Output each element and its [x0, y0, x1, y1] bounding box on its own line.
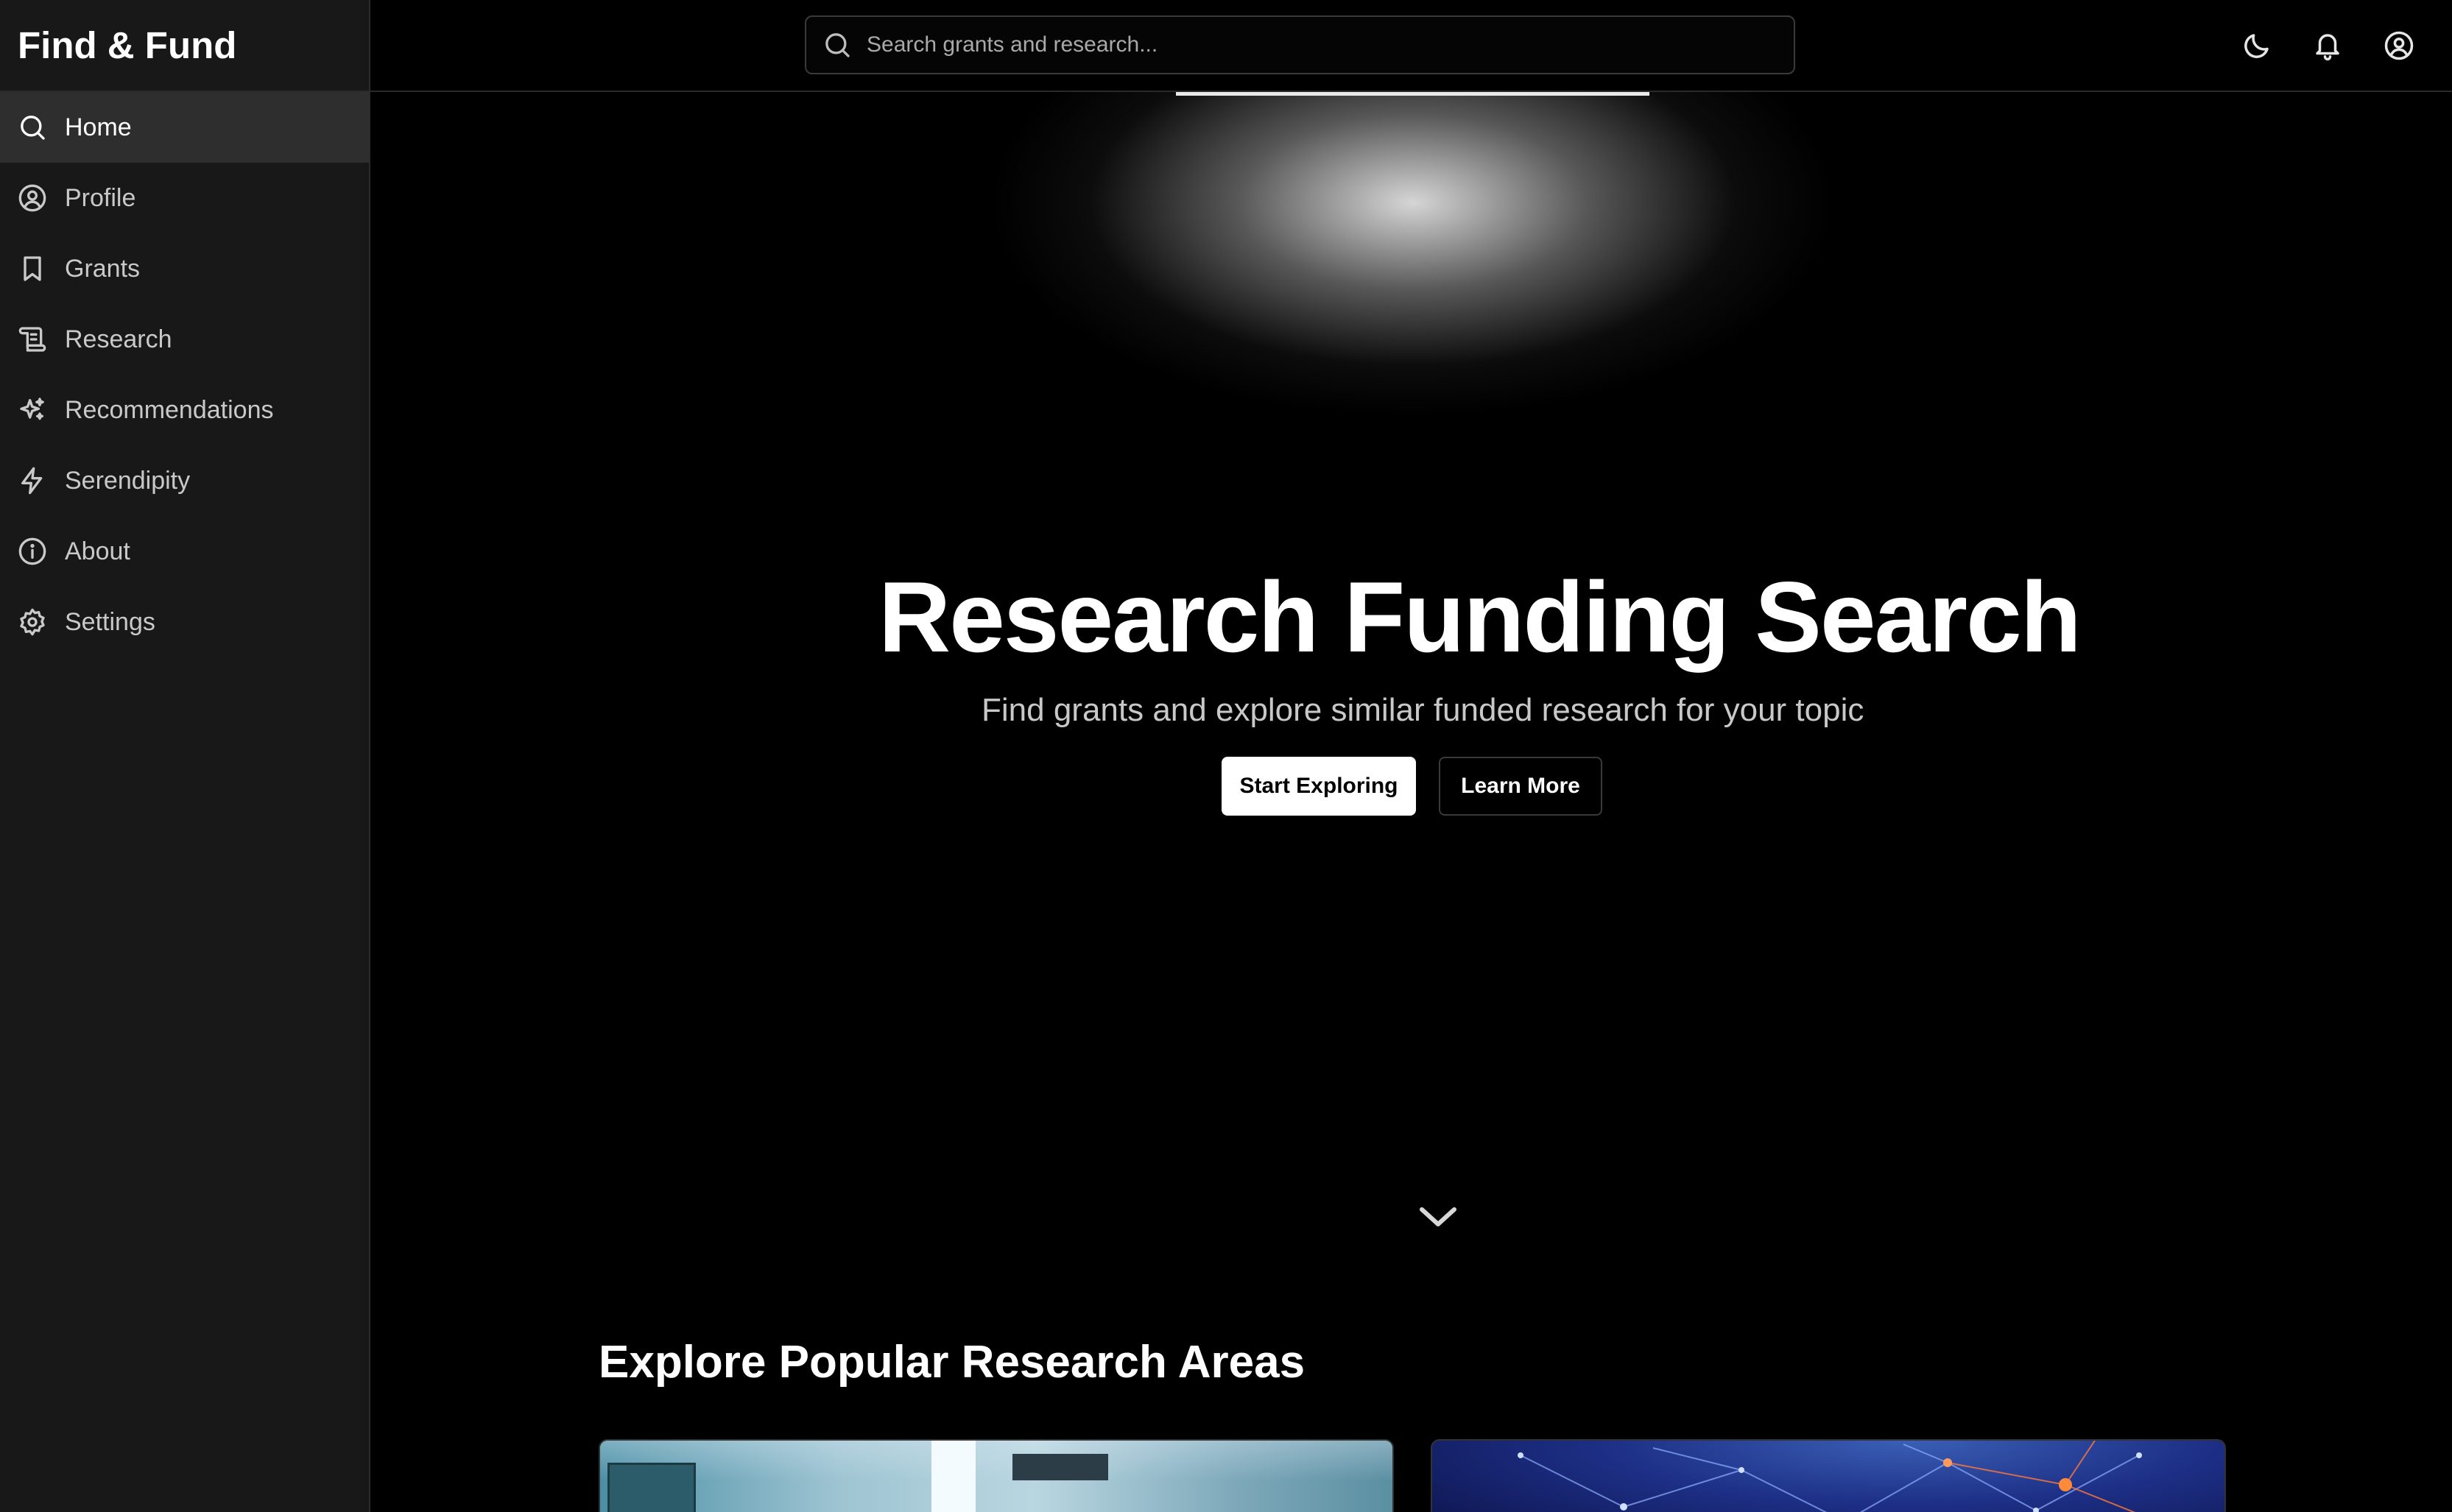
search-icon: [825, 33, 850, 57]
hero-title: Research Funding Search: [878, 561, 2082, 673]
search-input[interactable]: [867, 32, 1794, 57]
info-icon: [18, 537, 46, 565]
moon-icon: [2244, 34, 2269, 58]
sidebar-item-home[interactable]: Home: [0, 92, 369, 163]
research-area-card[interactable]: [1431, 1439, 2226, 1512]
main-content: Research Funding Search Find grants and …: [370, 92, 2452, 1512]
network-graphic: [1518, 1441, 2142, 1512]
sidebar-item-label: Settings: [65, 607, 155, 636]
card-image-detail: [607, 1463, 696, 1512]
card-image-detail: [931, 1441, 976, 1512]
sidebar-item-profile[interactable]: Profile: [0, 163, 369, 233]
gear-icon: [20, 608, 45, 636]
sparkles-icon: [20, 398, 44, 420]
user-circle-icon: [2384, 31, 2414, 60]
sidebar-item-label: Research: [65, 325, 172, 353]
sidebar-item-settings[interactable]: Settings: [0, 587, 369, 657]
brand-title[interactable]: Find & Fund: [0, 0, 369, 92]
sidebar-item-label: Home: [65, 113, 132, 141]
sidebar-item-about[interactable]: About: [0, 516, 369, 587]
app-root: Find & Fund Home Profile Grants Research…: [0, 0, 2452, 1512]
sidebar-item-recommendations[interactable]: Recommendations: [0, 375, 369, 445]
account-button[interactable]: [2382, 29, 2416, 63]
hero-subtitle: Find grants and explore similar funded r…: [982, 692, 1864, 728]
sidebar-item-label: Serendipity: [65, 466, 191, 495]
hero-spotlight: [915, 92, 1909, 622]
theme-toggle-button[interactable]: [2240, 29, 2274, 63]
bookmark-icon: [24, 256, 41, 281]
lightning-icon: [21, 467, 43, 495]
sidebar-nav: Home Profile Grants Research Recommendat…: [0, 92, 369, 657]
research-area-card[interactable]: [599, 1439, 1394, 1512]
sidebar: Find & Fund Home Profile Grants Research…: [0, 0, 370, 1512]
start-exploring-button[interactable]: Start Exploring: [1222, 757, 1416, 816]
user-circle-icon: [18, 184, 46, 212]
scroll-icon: [18, 327, 46, 352]
section-title: Explore Popular Research Areas: [599, 1337, 1306, 1388]
notifications-button[interactable]: [2311, 29, 2344, 63]
spotlight-lamp: [1176, 92, 1649, 96]
sidebar-item-label: Recommendations: [65, 395, 274, 424]
sidebar-item-serendipity[interactable]: Serendipity: [0, 445, 369, 516]
sidebar-item-label: About: [65, 537, 130, 565]
top-bar: [370, 0, 2452, 92]
card-image-detail: [1012, 1454, 1108, 1480]
search-bar[interactable]: [805, 15, 1795, 74]
learn-more-button[interactable]: Learn More: [1439, 757, 1602, 816]
bell-icon: [2316, 34, 2339, 61]
sidebar-item-research[interactable]: Research: [0, 304, 369, 375]
search-icon: [21, 116, 45, 140]
sidebar-item-grants[interactable]: Grants: [0, 233, 369, 304]
sidebar-item-label: Profile: [65, 183, 136, 212]
chevron-down-icon[interactable]: [1417, 1202, 1459, 1232]
sidebar-item-label: Grants: [65, 254, 141, 283]
